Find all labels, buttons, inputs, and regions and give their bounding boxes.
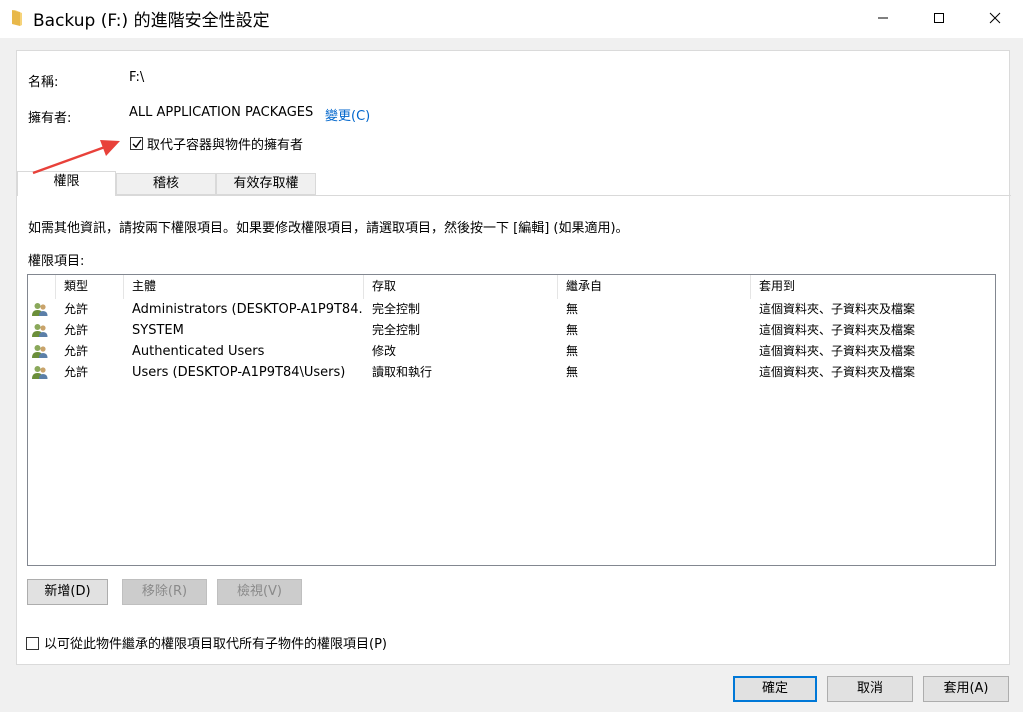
cell-applies-to: 這個資料夾、子資料夾及檔案: [759, 365, 916, 379]
users-icon: [32, 345, 48, 358]
change-owner-link[interactable]: 變更(C): [325, 105, 370, 124]
users-icon: [32, 366, 48, 379]
replace-child-permissions-checkbox[interactable]: [26, 637, 39, 650]
permission-entries-list[interactable]: 類型 主體 存取 繼承自 套用到 允許 Administrators (DESK…: [27, 274, 996, 566]
close-icon: [989, 12, 1001, 24]
column-access[interactable]: 存取: [364, 275, 558, 299]
maximize-icon: [934, 13, 944, 23]
cell-inherited-from: 無: [566, 302, 579, 316]
list-header: 類型 主體 存取 繼承自 套用到: [28, 275, 995, 299]
permission-entries-label: 權限項目:: [28, 254, 85, 269]
table-row[interactable]: 允許 Users (DESKTOP-A1P9T84\Users) 讀取和執行 無…: [28, 362, 995, 383]
cell-type: 允許: [64, 323, 89, 337]
cell-inherited-from: 無: [566, 344, 579, 358]
info-text: 如需其他資訊，請按兩下權限項目。如果要修改權限項目，請選取項目，然後按一下 [編…: [28, 221, 629, 236]
table-row[interactable]: 允許 SYSTEM 完全控制 無 這個資料夾、子資料夾及檔案: [28, 320, 995, 341]
main-panel: 名稱: F:\ 擁有者: ALL APPLICATION PACKAGES 變更…: [16, 50, 1011, 665]
minimize-icon: [878, 17, 888, 19]
column-inherited-from[interactable]: 繼承自: [558, 275, 751, 299]
cell-inherited-from: 無: [566, 365, 579, 379]
column-type[interactable]: 類型: [56, 275, 124, 299]
cell-principal: Administrators (DESKTOP-A1P9T84...: [132, 302, 364, 317]
users-icon: [32, 303, 48, 316]
cell-applies-to: 這個資料夾、子資料夾及檔案: [759, 302, 916, 316]
cell-access: 完全控制: [372, 302, 421, 316]
tab-effective-access[interactable]: 有效存取權: [216, 173, 316, 195]
cell-principal: SYSTEM: [132, 323, 184, 338]
cell-type: 允許: [64, 302, 89, 316]
cell-access: 完全控制: [372, 323, 421, 337]
remove-button[interactable]: 移除(R): [122, 579, 207, 605]
cell-applies-to: 這個資料夾、子資料夾及檔案: [759, 323, 916, 337]
minimize-button[interactable]: [860, 0, 906, 36]
cell-inherited-from: 無: [566, 323, 579, 337]
table-row[interactable]: 允許 Authenticated Users 修改 無 這個資料夾、子資料夾及檔…: [28, 341, 995, 362]
cell-applies-to: 這個資料夾、子資料夾及檔案: [759, 344, 916, 358]
replace-child-permissions-label: 以可從此物件繼承的權限項目取代所有子物件的權限項目(P): [44, 637, 387, 652]
cell-access: 讀取和執行: [372, 365, 433, 379]
cell-principal: Users (DESKTOP-A1P9T84\Users): [132, 365, 346, 380]
replace-owner-label: 取代子容器與物件的擁有者: [147, 138, 304, 153]
maximize-button[interactable]: [916, 0, 962, 36]
tab-divider: [17, 195, 1011, 196]
apply-button[interactable]: 套用(A): [923, 676, 1009, 702]
cancel-button[interactable]: 取消: [827, 676, 913, 702]
column-applies-to[interactable]: 套用到: [751, 275, 995, 299]
view-button[interactable]: 檢視(V): [217, 579, 302, 605]
add-button[interactable]: 新增(D): [27, 579, 108, 605]
annotation-arrow: [32, 140, 120, 175]
users-icon: [32, 324, 48, 337]
ok-button[interactable]: 確定: [733, 676, 817, 702]
close-button[interactable]: [972, 0, 1018, 36]
cell-principal: Authenticated Users: [132, 344, 265, 359]
column-principal[interactable]: 主體: [124, 275, 364, 299]
cell-type: 允許: [64, 344, 89, 358]
title-bar: Backup (F:) 的進階安全性設定: [0, 0, 1023, 38]
cell-access: 修改: [372, 344, 397, 358]
tab-strip: 權限 稽核 有效存取權: [17, 171, 1011, 196]
cell-type: 允許: [64, 365, 89, 379]
owner-value: ALL APPLICATION PACKAGES: [129, 105, 314, 120]
column-icon: [28, 275, 56, 299]
table-row[interactable]: 允許 Administrators (DESKTOP-A1P9T84... 完全…: [28, 299, 995, 320]
